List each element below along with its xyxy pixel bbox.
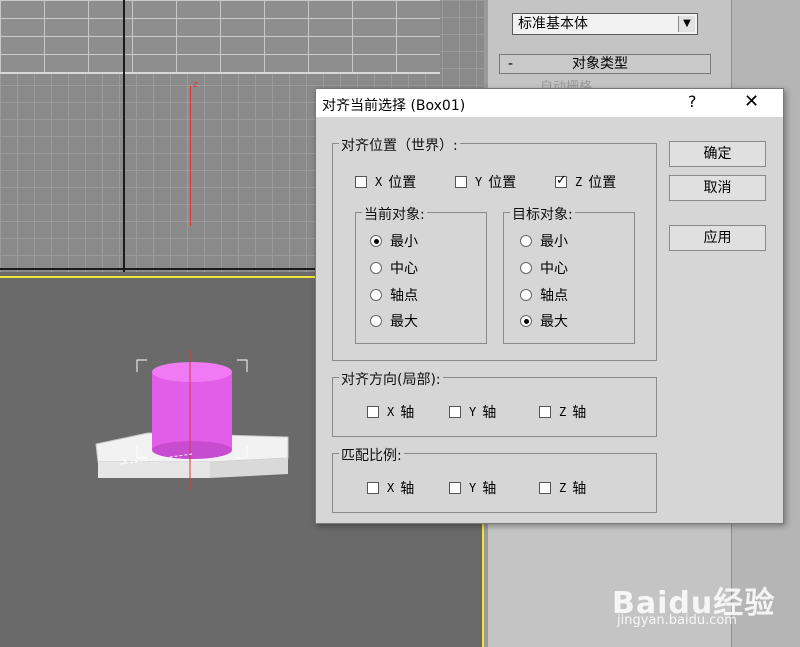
align-position-legend: 对齐位置（世界）: [339,135,460,155]
viewport-axis-vertical [123,0,125,272]
rollout-collapse-icon[interactable]: - [508,55,513,73]
orient-y-label: 轴 [482,405,497,421]
current-center-radio[interactable]: 中心 [370,258,418,278]
object-category-dropdown[interactable]: 标准基本体 ▼ [512,13,698,35]
target-min-radio-dot[interactable] [520,235,532,247]
x-position-checkbox[interactable]: X 位置 [355,172,416,192]
orient-y-letter: Y [469,405,477,419]
scale-y-letter: Y [469,481,477,495]
target-center-label: 中心 [540,261,568,277]
scale-x-letter: X [387,481,395,495]
align-position-group: 对齐位置（世界）: X 位置 Y 位置 Z 位置 当前对象: 最小 中心 [332,135,657,361]
scale-x-checkbox[interactable]: X轴 [367,478,414,498]
match-scale-group: 匹配比例: X轴 Y轴 Z轴 [332,445,657,513]
current-pivot-radio[interactable]: 轴点 [370,285,418,305]
current-max-radio[interactable]: 最大 [370,311,418,331]
orient-x-letter: X [387,405,395,419]
close-icon[interactable]: ✕ [744,91,759,112]
align-orientation-legend: 对齐方向(局部): [339,369,443,389]
z-position-label: 位置 [588,175,617,191]
z-axis-label: z [193,80,198,90]
z-letter: Z [575,175,583,189]
scale-x-check-box[interactable] [367,482,379,494]
y-position-check-box[interactable] [455,176,467,188]
orient-y-checkbox[interactable]: Y轴 [449,402,496,422]
current-pivot-label: 轴点 [390,288,418,304]
y-letter: Y [475,175,483,189]
current-center-label: 中心 [390,261,418,277]
target-object-legend: 目标对象: [510,204,575,224]
target-min-radio[interactable]: 最小 [520,231,568,251]
apply-button[interactable]: 应用 [669,225,766,251]
y-position-checkbox[interactable]: Y 位置 [455,172,516,192]
scale-z-label: 轴 [572,481,587,497]
dropdown-value: 标准基本体 [518,16,588,32]
y-position-label: 位置 [488,175,517,191]
watermark-url: jingyan.baidu.com [617,613,737,628]
viewport-grid-separator [0,72,440,74]
x-position-label: 位置 [388,175,417,191]
orient-y-check-box[interactable] [449,406,461,418]
cancel-button[interactable]: 取消 [669,175,766,201]
cylinder-body [152,372,232,450]
dialog-title: 对齐当前选择 (Box01) [322,98,466,114]
orient-z-checkbox[interactable]: Z轴 [539,402,586,422]
orient-x-checkbox[interactable]: X轴 [367,402,414,422]
scale-x-label: 轴 [400,481,415,497]
cylinder-top [152,362,232,382]
dialog-titlebar[interactable]: 对齐当前选择 (Box01) ? ✕ [316,89,783,117]
current-min-label: 最小 [390,234,418,250]
scale-y-label: 轴 [482,481,497,497]
orient-x-label: 轴 [400,405,415,421]
target-max-radio[interactable]: 最大 [520,311,568,331]
x-letter: X [375,175,383,189]
x-position-check-box[interactable] [355,176,367,188]
box-front-face [98,462,210,478]
current-center-radio-dot[interactable] [370,262,382,274]
dropdown-arrow-icon[interactable]: ▼ [678,16,695,32]
target-pivot-label: 轴点 [540,288,568,304]
orient-z-check-box[interactable] [539,406,551,418]
rollout-title: 对象类型 [572,56,628,72]
viewport-grid-band [0,0,440,72]
persp-y-axis-label: y [122,455,128,465]
z-axis-line [190,86,191,226]
current-max-radio-dot[interactable] [370,315,382,327]
orient-z-label: 轴 [572,405,587,421]
target-max-label: 最大 [540,314,568,330]
scale-y-check-box[interactable] [449,482,461,494]
align-orientation-group: 对齐方向(局部): X轴 Y轴 Z轴 [332,369,657,437]
target-pivot-radio[interactable]: 轴点 [520,285,568,305]
target-object-group: 目标对象: 最小 中心 轴点 最大 [503,204,635,344]
cylinder-bottom [152,441,232,459]
dialog-client: 对齐位置（世界）: X 位置 Y 位置 Z 位置 当前对象: 最小 中心 [316,117,783,523]
match-scale-legend: 匹配比例: [339,445,404,465]
target-min-label: 最小 [540,234,568,250]
scale-y-checkbox[interactable]: Y轴 [449,478,496,498]
align-selection-dialog: 对齐当前选择 (Box01) ? ✕ 对齐位置（世界）: X 位置 Y 位置 Z… [315,88,784,524]
current-pivot-radio-dot[interactable] [370,289,382,301]
scale-z-checkbox[interactable]: Z轴 [539,478,586,498]
object-type-rollout[interactable]: - 对象类型 [499,54,711,74]
orient-z-letter: Z [559,405,567,419]
z-position-check-box[interactable] [555,173,567,188]
target-center-radio-dot[interactable] [520,262,532,274]
current-min-radio[interactable]: 最小 [370,231,418,251]
orient-x-check-box[interactable] [367,406,379,418]
current-object-group: 当前对象: 最小 中心 轴点 最大 [355,204,487,344]
scale-z-letter: Z [559,481,567,495]
help-icon[interactable]: ? [688,92,697,111]
current-max-label: 最大 [390,314,418,330]
target-pivot-radio-dot[interactable] [520,289,532,301]
current-min-radio-dot[interactable] [370,235,382,247]
z-position-checkbox[interactable]: Z 位置 [555,172,616,192]
target-center-radio[interactable]: 中心 [520,258,568,278]
target-max-radio-dot[interactable] [520,315,532,327]
scale-z-check-box[interactable] [539,482,551,494]
current-object-legend: 当前对象: [362,204,427,224]
ok-button[interactable]: 确定 [669,141,766,167]
